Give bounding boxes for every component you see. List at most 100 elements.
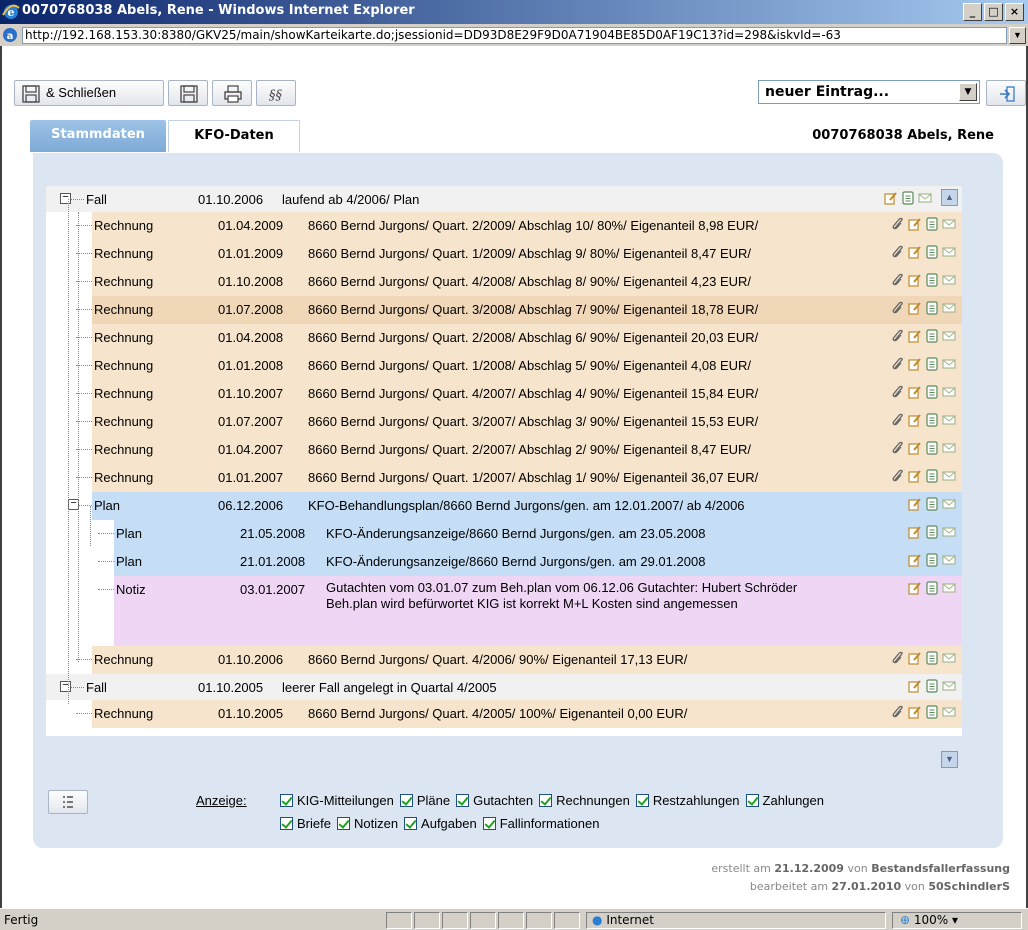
checkbox-checked[interactable]: [456, 794, 470, 807]
checkbox-checked[interactable]: [399, 794, 413, 807]
tab-kfo-daten[interactable]: KFO-Daten: [168, 120, 300, 152]
print-button[interactable]: [212, 80, 252, 106]
document-icon[interactable]: [925, 679, 939, 696]
document-icon[interactable]: [925, 651, 939, 668]
paperclip-icon[interactable]: [891, 413, 905, 430]
envelope-icon[interactable]: [942, 553, 956, 570]
exit-button[interactable]: [986, 80, 1026, 106]
maximize-button[interactable]: □: [984, 3, 1003, 21]
filter-checkbox-pläne[interactable]: Pläne: [399, 793, 450, 808]
checkbox-checked[interactable]: [482, 817, 496, 830]
envelope-icon[interactable]: [942, 497, 956, 514]
envelope-icon[interactable]: [918, 191, 932, 208]
edit-icon[interactable]: [908, 217, 922, 234]
paperclip-icon[interactable]: [891, 705, 905, 722]
checkbox-checked[interactable]: [404, 817, 418, 830]
edit-icon[interactable]: [908, 705, 922, 722]
envelope-icon[interactable]: [942, 385, 956, 402]
document-icon[interactable]: [925, 525, 939, 542]
document-icon[interactable]: [925, 553, 939, 570]
envelope-icon[interactable]: [942, 525, 956, 542]
document-icon[interactable]: [925, 385, 939, 402]
tree-row-rechnung[interactable]: Rechnung 01.10.2006 8660 Bernd Jurgons/ Qu…: [46, 646, 962, 674]
filter-checkbox-zahlungen[interactable]: Zahlungen: [745, 793, 824, 808]
envelope-icon[interactable]: [942, 217, 956, 234]
edit-icon[interactable]: [884, 191, 898, 208]
document-icon[interactable]: [925, 441, 939, 458]
envelope-icon[interactable]: [942, 329, 956, 346]
tree-row-rechnung[interactable]: Rechnung 01.01.2007 8660 Bernd Jurgons/ Qu…: [46, 464, 962, 492]
envelope-icon[interactable]: [942, 301, 956, 318]
tree-row-notiz[interactable]: Notiz 03.01.2007 Gutachten vom 03.01.07 zu…: [46, 576, 962, 646]
new-entry-select[interactable]: neuer Eintrag... ▼: [758, 80, 980, 104]
envelope-icon[interactable]: [942, 679, 956, 696]
paperclip-icon[interactable]: [891, 357, 905, 374]
tree-row-plan[interactable]: Plan 21.01.2008 KFO-Änderungsanzeige/8660 …: [46, 548, 962, 576]
document-icon[interactable]: [925, 245, 939, 262]
filter-checkbox-fallinformationen[interactable]: Fallinformationen: [482, 816, 599, 831]
envelope-icon[interactable]: [942, 245, 956, 262]
filter-checkbox-restzahlungen[interactable]: Restzahlungen: [635, 793, 740, 808]
tree-row-rechnung[interactable]: Rechnung 01.07.2008 8660 Bernd Jurgons/ Qu…: [46, 296, 962, 324]
paperclip-icon[interactable]: [891, 217, 905, 234]
document-icon[interactable]: [925, 413, 939, 430]
minimize-button[interactable]: _: [963, 3, 982, 21]
edit-icon[interactable]: [908, 651, 922, 668]
checkbox-checked[interactable]: [280, 817, 293, 830]
url-dropdown-button[interactable]: ▼: [1009, 27, 1026, 44]
tree-row-rechnung[interactable]: Rechnung 01.10.2005 8660 Bernd Jurgons/ Qu…: [46, 700, 962, 728]
envelope-icon[interactable]: [942, 413, 956, 430]
history-button[interactable]: §§: [256, 80, 296, 106]
save-and-close-button[interactable]: & Schließen: [14, 80, 164, 106]
tree-row-rechnung[interactable]: Rechnung 01.04.2008 8660 Bernd Jurgons/ Qu…: [46, 324, 962, 352]
paperclip-icon[interactable]: [891, 385, 905, 402]
tree-row-plan[interactable]: Plan 21.05.2008 KFO-Änderungsanzeige/8660 …: [46, 520, 962, 548]
paperclip-icon[interactable]: [891, 441, 905, 458]
document-icon[interactable]: [925, 329, 939, 346]
document-icon[interactable]: [925, 357, 939, 374]
edit-icon[interactable]: [908, 553, 922, 570]
edit-icon[interactable]: [908, 413, 922, 430]
document-icon[interactable]: [925, 273, 939, 290]
close-window-button[interactable]: ×: [1005, 3, 1024, 21]
document-icon[interactable]: [925, 497, 939, 514]
paperclip-icon[interactable]: [891, 469, 905, 486]
document-icon[interactable]: [925, 217, 939, 234]
edit-icon[interactable]: [908, 357, 922, 374]
paperclip-icon[interactable]: [891, 301, 905, 318]
filter-checkbox-briefe[interactable]: Briefe: [280, 816, 331, 831]
edit-icon[interactable]: [908, 525, 922, 542]
paperclip-icon[interactable]: [891, 329, 905, 346]
edit-icon[interactable]: [908, 301, 922, 318]
tree-row-rechnung[interactable]: Rechnung 01.01.2009 8660 Bernd Jurgons/ Qu…: [46, 240, 962, 268]
scroll-down-button[interactable]: ▼: [941, 751, 958, 768]
envelope-icon[interactable]: [942, 581, 956, 598]
document-icon[interactable]: [925, 705, 939, 722]
envelope-icon[interactable]: [942, 651, 956, 668]
edit-icon[interactable]: [908, 581, 922, 598]
save-button[interactable]: [168, 80, 208, 106]
filter-checkbox-gutachten[interactable]: Gutachten: [456, 793, 533, 808]
tree-row-plan[interactable]: − Plan 06.12.2006 KFO-Behandlungsplan/8660 …: [46, 492, 962, 520]
tree-row-rechnung[interactable]: Rechnung 01.04.2009 8660 Bernd Jurgons/ Qu…: [46, 212, 962, 240]
edit-icon[interactable]: [908, 329, 922, 346]
checkbox-checked[interactable]: [635, 794, 649, 807]
checkbox-checked[interactable]: [280, 794, 293, 807]
document-icon[interactable]: [925, 581, 939, 598]
edit-icon[interactable]: [908, 245, 922, 262]
zoom-level[interactable]: ⊕ 100% ▾: [900, 913, 958, 927]
document-icon[interactable]: [925, 469, 939, 486]
filter-checkbox-aufgaben[interactable]: Aufgaben: [404, 816, 477, 831]
tree-row-rechnung[interactable]: Rechnung 01.10.2007 8660 Bernd Jurgons/ Qu…: [46, 380, 962, 408]
tree-row-fall[interactable]: − Fall 01.10.2005 leerer Fall angelegt in Q…: [46, 674, 962, 700]
paperclip-icon[interactable]: [891, 245, 905, 262]
edit-icon[interactable]: [908, 385, 922, 402]
scroll-up-button[interactable]: ▲: [941, 189, 958, 206]
envelope-icon[interactable]: [942, 469, 956, 486]
tree-row-rechnung[interactable]: Rechnung 01.01.2008 8660 Bernd Jurgons/ Qu…: [46, 352, 962, 380]
filter-checkbox-rechnungen[interactable]: Rechnungen: [539, 793, 630, 808]
collapse-toggle[interactable]: −: [60, 681, 71, 692]
checkbox-checked[interactable]: [539, 794, 553, 807]
list-view-button[interactable]: [48, 790, 88, 814]
tree-row-rechnung[interactable]: Rechnung 01.07.2007 8660 Bernd Jurgons/ Qu…: [46, 408, 962, 436]
